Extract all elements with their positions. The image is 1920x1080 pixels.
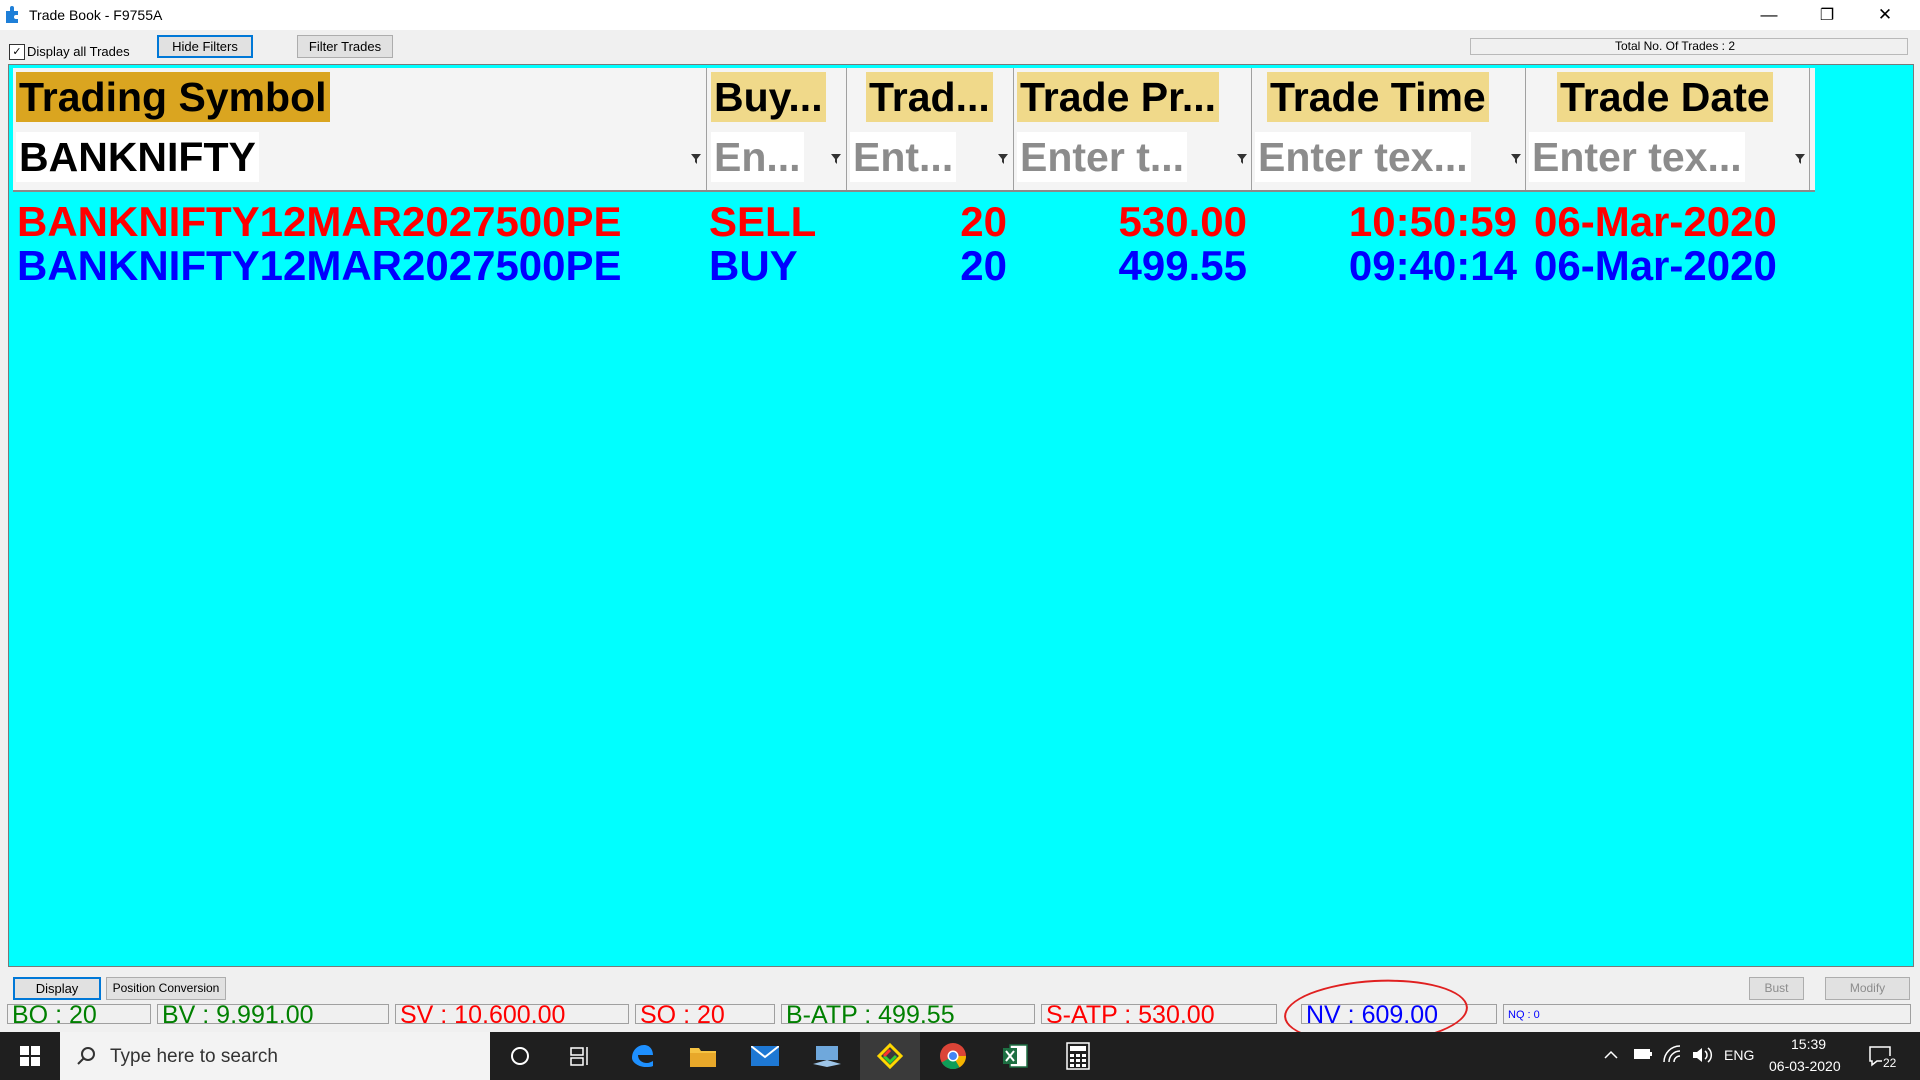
cell-symbol: BANKNIFTY12MAR2027500PE — [17, 198, 622, 245]
restore-button[interactable]: ❐ — [1798, 0, 1856, 30]
window-title: Trade Book - F9755A — [29, 7, 163, 23]
filter-buy-sell-input[interactable]: En... — [711, 132, 814, 182]
cell-symbol: BANKNIFTY12MAR2027500PE — [17, 242, 622, 289]
table-row[interactable]: BANKNIFTY12MAR2027500PE SELL 20 530.00 1… — [9, 200, 1909, 244]
mail-icon[interactable] — [735, 1032, 795, 1080]
header-trade-date[interactable]: Trade Date — [1557, 72, 1813, 122]
summary-buy-value: BV : 9,991.00 — [157, 1004, 389, 1024]
trading-app-icon[interactable] — [860, 1032, 920, 1080]
display-all-trades-checkbox[interactable]: ✓ — [9, 44, 25, 60]
hide-filters-button[interactable]: Hide Filters — [157, 35, 253, 58]
header-trading-symbol[interactable]: Trading Symbol — [16, 72, 706, 122]
filter-trade-price-input[interactable]: Enter t... — [1017, 132, 1213, 182]
cell-time: 10:50:59 — [1348, 198, 1517, 245]
cell-side: BUY — [709, 242, 798, 289]
display-button[interactable]: Display — [13, 977, 101, 1000]
filter-trading-symbol-input[interactable]: BANKNIFTY — [16, 132, 286, 182]
column-header-row: Trading Symbol Buy... Trad... Trade Pr..… — [13, 68, 1815, 129]
filter-row: BANKNIFTY En... Ent... Enter t... Enter … — [13, 128, 1815, 192]
cell-qty: 20 — [960, 198, 1007, 245]
position-conversion-button[interactable]: Position Conversion — [106, 977, 226, 1000]
filter-trade-time-input[interactable]: Enter tex... — [1255, 132, 1503, 182]
chevron-up-icon[interactable] — [1604, 1049, 1618, 1059]
cell-date: 06-Mar-2020 — [1534, 242, 1777, 289]
header-trade-time[interactable]: Trade Time — [1267, 72, 1529, 122]
summary-sell-atp: S-ATP : 530.00 — [1041, 1004, 1277, 1024]
app-puzzle-icon — [6, 6, 18, 23]
file-explorer-icon[interactable] — [673, 1032, 733, 1080]
summary-net-qty: NQ : 0 — [1503, 1004, 1911, 1024]
battery-icon[interactable] — [1633, 1047, 1653, 1061]
clock-time[interactable]: 15:39 — [1791, 1036, 1826, 1052]
trade-grid[interactable]: Trading Symbol Buy... Trad... Trade Pr..… — [8, 64, 1914, 967]
windows-logo-icon — [20, 1046, 40, 1066]
language-indicator[interactable]: ENG — [1724, 1047, 1754, 1063]
summary-sell-value: SV : 10,600.00 — [395, 1004, 629, 1024]
cell-side: SELL — [709, 198, 817, 245]
total-trades-count: Total No. Of Trades : 2 — [1470, 38, 1908, 55]
clock-date[interactable]: 06-03-2020 — [1769, 1058, 1841, 1074]
header-trade-qty[interactable]: Trad... — [866, 72, 1016, 122]
wifi-icon[interactable] — [1662, 1044, 1682, 1064]
calculator-icon[interactable] — [1048, 1032, 1108, 1080]
summary-buy-atp: B-ATP : 499.55 — [781, 1004, 1035, 1024]
chrome-icon[interactable] — [923, 1032, 983, 1080]
display-all-trades-label: Display all Trades — [27, 44, 130, 59]
remote-desktop-icon[interactable] — [797, 1032, 857, 1080]
filter-trades-button[interactable]: Filter Trades — [297, 35, 393, 58]
cell-time: 09:40:14 — [1348, 242, 1517, 289]
search-icon — [77, 1047, 95, 1065]
filter-funnel-icon[interactable] — [1511, 154, 1521, 164]
filter-funnel-icon[interactable] — [691, 154, 701, 164]
header-trade-price[interactable]: Trade Pr... — [1017, 72, 1250, 122]
filter-trade-date-input[interactable]: Enter tex... — [1529, 132, 1777, 182]
cell-date: 06-Mar-2020 — [1534, 198, 1777, 245]
filter-funnel-icon[interactable] — [831, 154, 841, 164]
edge-browser-icon[interactable] — [612, 1032, 672, 1080]
modify-button[interactable]: Modify — [1825, 977, 1910, 1000]
cell-price: 499.55 — [1118, 242, 1247, 289]
filter-funnel-icon[interactable] — [1237, 154, 1247, 164]
taskbar: Type here to search ENG 15:39 06-03-2020… — [0, 1032, 1920, 1080]
header-buy-sell[interactable]: Buy... — [711, 72, 843, 122]
close-button[interactable]: ✕ — [1856, 0, 1914, 30]
search-placeholder: Type here to search — [110, 1046, 278, 1067]
minimize-button[interactable]: — — [1740, 0, 1798, 30]
title-bar: Trade Book - F9755A — ❐ ✕ — [0, 0, 1920, 30]
start-button[interactable] — [0, 1032, 60, 1080]
filter-funnel-icon[interactable] — [998, 154, 1008, 164]
cortana-icon[interactable] — [490, 1032, 550, 1080]
filter-trade-qty-input[interactable]: Ent... — [850, 132, 973, 182]
filter-funnel-icon[interactable] — [1795, 154, 1805, 164]
cell-price: 530.00 — [1118, 198, 1247, 245]
taskbar-search-box[interactable]: Type here to search — [60, 1032, 490, 1080]
volume-icon[interactable] — [1691, 1045, 1713, 1065]
notification-count: 22 — [1882, 1056, 1898, 1070]
summary-sell-qty: SQ : 20 — [635, 1004, 775, 1024]
table-row[interactable]: BANKNIFTY12MAR2027500PE BUY 20 499.55 09… — [9, 244, 1909, 288]
task-view-icon[interactable] — [550, 1032, 610, 1080]
cell-qty: 20 — [960, 242, 1007, 289]
excel-icon[interactable] — [985, 1032, 1045, 1080]
summary-buy-qty: BQ : 20 — [7, 1004, 151, 1024]
bust-button[interactable]: Bust — [1749, 977, 1804, 1000]
